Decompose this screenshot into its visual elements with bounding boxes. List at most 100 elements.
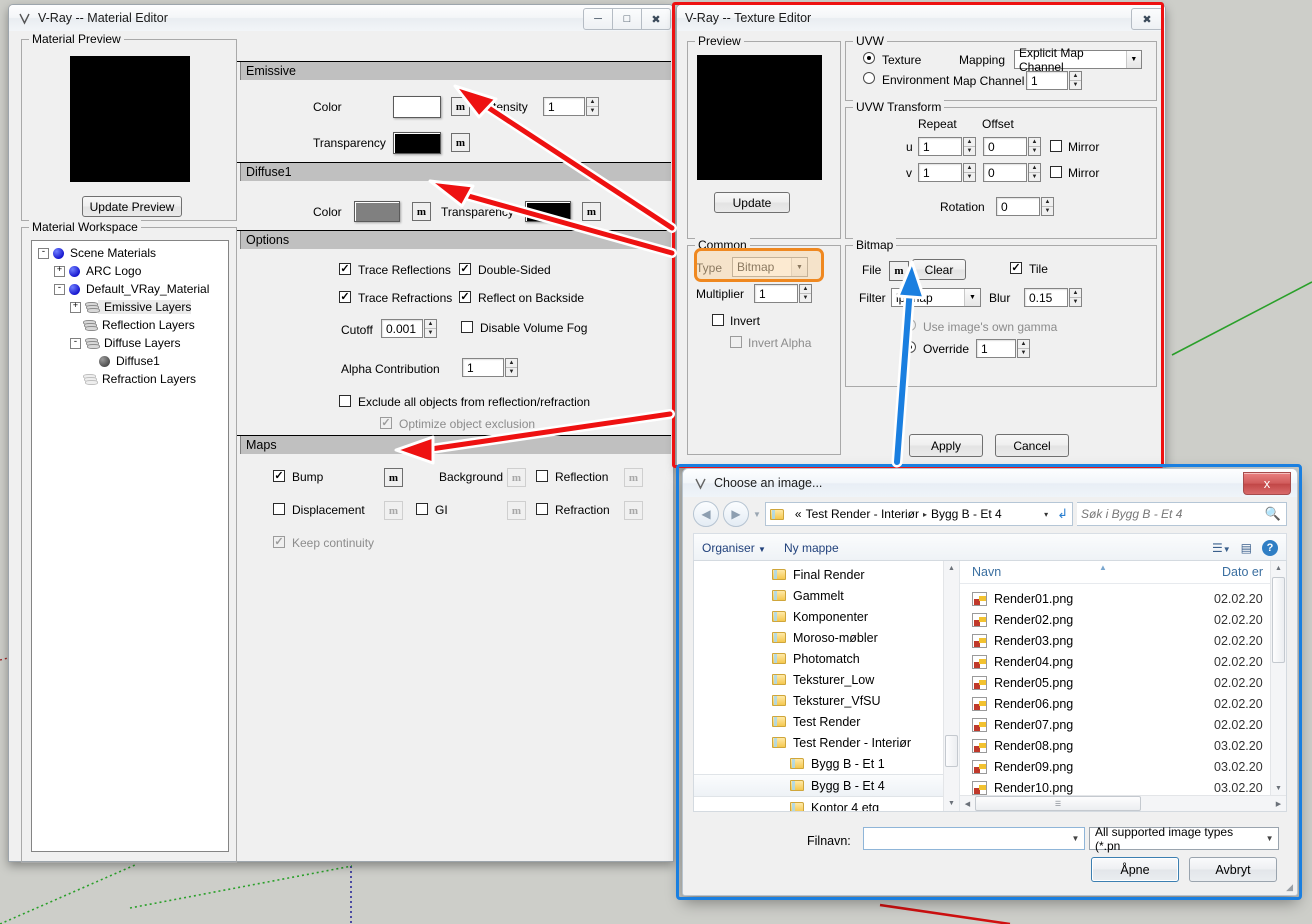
material-editor-window[interactable]: V-Ray -- Material Editor ─ □ ✖ Material … [8, 4, 674, 863]
maximize-icon[interactable]: □ [612, 8, 642, 30]
material-tree-item[interactable]: - Scene Materials [32, 244, 228, 262]
u-repeat-input[interactable]: 1 [918, 137, 962, 156]
folder-tree-item[interactable]: Teksturer_VfSU [694, 690, 943, 711]
folder-tree-item[interactable]: Final Render [694, 564, 943, 585]
bump-checkbox[interactable]: ✓ [273, 470, 285, 482]
view-list-icon[interactable]: ☰▼ [1212, 541, 1231, 555]
reflection-map-checkbox[interactable] [536, 470, 548, 482]
reflect-on-backside-checkbox[interactable]: ✓ [459, 291, 471, 303]
emissive-transparency-map-button[interactable]: m [451, 133, 470, 152]
double-sided-checkbox[interactable]: ✓ [459, 263, 471, 275]
u-mirror-checkbox[interactable] [1050, 140, 1062, 152]
close-icon[interactable]: ✖ [641, 8, 671, 30]
column-name[interactable]: Navn [960, 565, 1222, 579]
recent-locations-icon[interactable]: ▼ [753, 510, 761, 519]
forward-button[interactable]: ▶ [723, 501, 749, 527]
update-preview-button[interactable]: Update Preview [82, 196, 182, 217]
scroll-left-icon[interactable]: ◀ [960, 800, 975, 808]
scroll-up-icon[interactable]: ▲ [944, 561, 959, 576]
tree-toggle-icon[interactable]: - [38, 247, 49, 259]
displacement-checkbox[interactable] [273, 503, 285, 515]
diffuse1-color-map-button[interactable]: m [412, 202, 431, 221]
material-tree-item[interactable]: - Default_VRay_Material [32, 280, 228, 298]
back-button[interactable]: ◀ [693, 501, 719, 527]
clear-button[interactable]: Clear [912, 259, 966, 280]
disable-volume-fog-checkbox[interactable] [461, 321, 473, 333]
gi-checkbox[interactable] [416, 503, 428, 515]
filename-input[interactable]: ▼ [863, 827, 1085, 850]
file-list-row[interactable]: Render08.png 03.02.20 [960, 735, 1270, 756]
map-channel-input[interactable]: 1 [1026, 71, 1068, 90]
blur-spinner[interactable]: ▲ ▼ [1069, 288, 1082, 307]
folder-tree-item[interactable]: Bygg B - Et 1 [694, 753, 943, 774]
file-list-row[interactable]: Render09.png 03.02.20 [960, 756, 1270, 777]
filetype-combo[interactable]: All supported image types (*.pn ▼ [1089, 825, 1279, 853]
file-list-row[interactable]: Render05.png 02.02.20 [960, 672, 1270, 693]
file-dialog-window[interactable]: Choose an image... x ◀ ▶ ▼ « Test Render… [682, 468, 1298, 896]
material-tree-item[interactable]: - Diffuse Layers [32, 334, 228, 352]
emissive-intensity-spinner[interactable]: ▲ ▼ [586, 97, 599, 116]
u-offset-input[interactable]: 0 [983, 137, 1027, 156]
folder-tree-pane[interactable]: Final Render Gammelt Komponenter Moroso-møb… [694, 561, 959, 811]
material-tree-item[interactable]: Refraction Layers [32, 370, 228, 388]
emissive-intensity-input[interactable]: 1 [543, 97, 585, 116]
file-list-pane[interactable]: Navn ▲ Dato er Render01.png 02.02.20 Rende… [959, 561, 1286, 811]
cutoff-input[interactable]: 0.001 [381, 319, 423, 338]
cancel-button[interactable]: Cancel [995, 434, 1069, 457]
minimize-icon[interactable]: ─ [583, 8, 613, 30]
override-gamma-spinner[interactable]: ▲ ▼ [1017, 339, 1030, 358]
preview-pane-icon[interactable]: ▤ [1241, 541, 1252, 555]
mapping-combo[interactable]: Explicit Map Channel ▼ [1014, 46, 1142, 74]
blur-input[interactable]: 0.15 [1024, 288, 1068, 307]
trace-reflections-checkbox[interactable]: ✓ [339, 263, 351, 275]
override-gamma-radio[interactable] [904, 341, 916, 353]
column-date[interactable]: Dato er [1222, 565, 1263, 579]
invert-checkbox[interactable] [712, 314, 724, 326]
chevron-down-icon[interactable]: ▼ [1067, 828, 1084, 849]
search-input[interactable]: Søk i Bygg B - Et 4 [1077, 502, 1287, 526]
close-icon[interactable]: x [1243, 471, 1291, 495]
folder-tree-item[interactable]: Moroso-møbler [694, 627, 943, 648]
breadcrumb-overflow[interactable]: « [795, 507, 802, 521]
refraction-map-checkbox[interactable] [536, 503, 548, 515]
scroll-up-icon[interactable]: ▲ [1271, 561, 1286, 576]
help-icon[interactable]: ? [1262, 539, 1278, 556]
u-repeat-spinner[interactable]: ▲ ▼ [963, 137, 976, 156]
organize-button[interactable]: Organiser ▼ [702, 541, 766, 555]
breadcrumb-dropdown-icon[interactable]: ▾ [1044, 510, 1048, 519]
texture-editor-titlebar[interactable]: V-Ray -- Texture Editor ✖ [677, 5, 1165, 31]
open-button[interactable]: Åpne [1091, 857, 1179, 882]
bump-map-button[interactable]: m [384, 468, 403, 487]
folder-tree-scroll-thumb[interactable] [945, 735, 958, 767]
cutoff-spinner[interactable]: ▲ ▼ [424, 319, 437, 338]
file-list-hscrollbar[interactable]: ◀ ☰ ▶ [960, 795, 1286, 811]
rotation-input[interactable]: 0 [996, 197, 1040, 216]
breadcrumb[interactable]: « Test Render - Interiør ▸ Bygg B - Et 4… [764, 502, 1073, 526]
file-list-row[interactable]: Render03.png 02.02.20 [960, 630, 1270, 651]
v-repeat-input[interactable]: 1 [918, 163, 962, 182]
material-editor-titlebar[interactable]: V-Ray -- Material Editor ─ □ ✖ [9, 5, 673, 31]
diffuse1-color-swatch[interactable] [354, 201, 400, 222]
trace-refractions-checkbox[interactable]: ✓ [339, 291, 351, 303]
resize-grip-icon[interactable]: ◢ [1286, 882, 1293, 893]
material-tree-item[interactable]: Reflection Layers [32, 316, 228, 334]
alpha-contribution-spinner[interactable]: ▲ ▼ [505, 358, 518, 377]
folder-tree-item[interactable]: Teksturer_Low [694, 669, 943, 690]
v-mirror-checkbox[interactable] [1050, 166, 1062, 178]
folder-tree-item[interactable]: Bygg B - Et 4 [694, 774, 943, 797]
map-channel-spinner[interactable]: ▲ ▼ [1069, 71, 1082, 90]
tree-toggle-icon[interactable]: - [70, 337, 81, 349]
diffuse1-transparency-swatch[interactable] [525, 201, 571, 222]
file-list-row[interactable]: Render06.png 02.02.20 [960, 693, 1270, 714]
material-tree-item[interactable]: Diffuse1 [32, 352, 228, 370]
apply-button[interactable]: Apply [909, 434, 983, 457]
u-offset-spinner[interactable]: ▲ ▼ [1028, 137, 1041, 156]
breadcrumb-part-1[interactable]: Bygg B - Et 4 [931, 507, 1002, 521]
material-tree-item[interactable]: + ARC Logo [32, 262, 228, 280]
scroll-right-icon[interactable]: ▶ [1271, 800, 1286, 808]
file-list-row[interactable]: Render01.png 02.02.20 [960, 588, 1270, 609]
folder-tree-item[interactable]: Photomatch [694, 648, 943, 669]
diffuse1-transparency-map-button[interactable]: m [582, 202, 601, 221]
override-gamma-input[interactable]: 1 [976, 339, 1016, 358]
v-repeat-spinner[interactable]: ▲ ▼ [963, 163, 976, 182]
